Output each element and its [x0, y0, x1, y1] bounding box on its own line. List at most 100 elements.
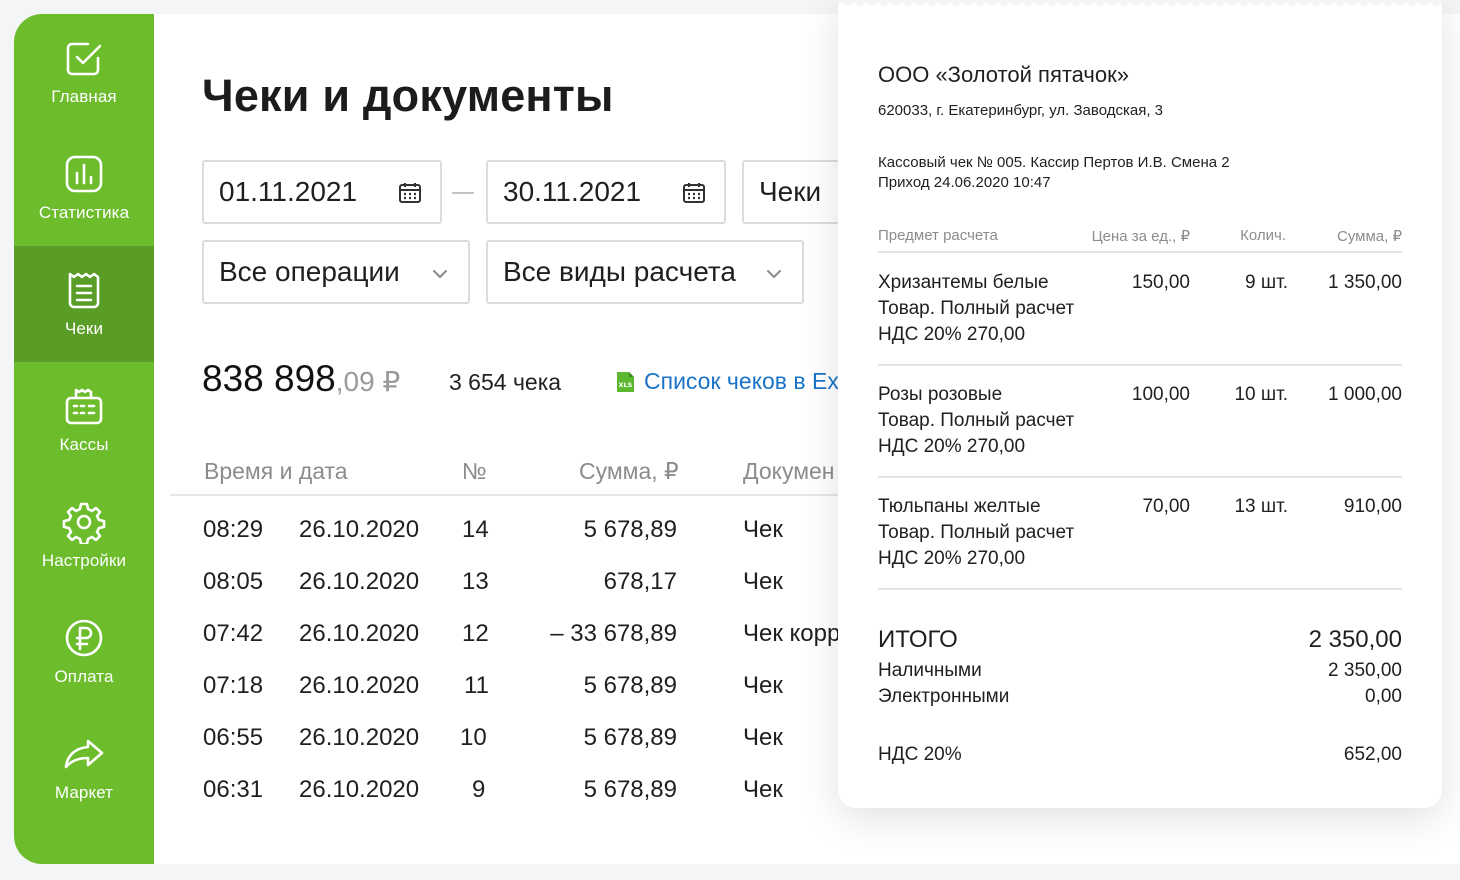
column-header-number[interactable]: № — [462, 458, 487, 485]
cell-document: Чек корр — [743, 620, 841, 647]
receipt-item-price: 70,00 — [1142, 496, 1190, 517]
receipt-divider — [878, 251, 1402, 253]
sidebar-item-market[interactable]: Маркет — [14, 710, 154, 826]
total-amount: 838 898,09 ₽ — [202, 358, 400, 400]
cell-document: Чек — [743, 776, 783, 803]
chevron-down-icon — [767, 270, 781, 278]
cell-sum: 5 678,89 — [583, 516, 677, 543]
cell-sum: 5 678,89 — [583, 776, 677, 803]
cell-sum: 5 678,89 — [583, 724, 677, 751]
receipt-item-type: Товар. Полный расчет — [878, 410, 1075, 431]
receipt-check-info: Кассовый чек № 005. Кассир Пертов И.В. С… — [878, 154, 1230, 171]
receipt-divider — [878, 588, 1402, 590]
sidebar-item-label: Чеки — [64, 319, 104, 338]
receipt-cash-label: Наличными — [878, 660, 982, 681]
sidebar-item-label: Маркет — [54, 783, 114, 802]
cell-document: Чек — [743, 568, 783, 595]
receipt-item-qty: 9 шт. — [1245, 272, 1288, 293]
payment-types-value: Все виды расчета — [503, 256, 736, 287]
table-header-divider — [170, 494, 870, 496]
table-row[interactable]: 06:55 26.10.2020 10 5 678,89 Чек — [154, 724, 854, 776]
operations-select[interactable]: Все операции — [202, 240, 470, 304]
cell-time: 07:42 — [203, 620, 264, 647]
receipt-item-sum: 1 000,00 — [1328, 384, 1402, 405]
table-row[interactable]: 06:31 26.10.2020 9 5 678,89 Чек — [154, 776, 854, 828]
column-header-document[interactable]: Докумен — [743, 458, 835, 485]
table-row[interactable]: 08:29 26.10.2020 14 5 678,89 Чек — [154, 516, 854, 568]
receipt-item-name: Хризантемы белые — [878, 272, 1049, 293]
table-row[interactable]: 07:42 26.10.2020 12 – 33 678,89 Чек корр — [154, 620, 854, 672]
total-amount-main: 838 898 — [202, 358, 336, 399]
sidebar-item-home[interactable]: Главная — [14, 14, 154, 130]
receipt-divider — [878, 364, 1402, 366]
calendar-icon[interactable] — [682, 181, 706, 205]
cell-number: 13 — [462, 568, 489, 595]
receipt-item-price: 150,00 — [1131, 272, 1190, 293]
cell-number: 14 — [462, 516, 489, 543]
receipt-electronic-value: 0,00 — [1365, 686, 1402, 707]
sidebar-item-cash-registers[interactable]: Кассы — [14, 362, 154, 478]
sidebar-item-payment[interactable]: Оплата — [14, 594, 154, 710]
date-to-value: 30.11.2021 — [503, 176, 642, 207]
sidebar-item-receipts[interactable]: Чеки — [14, 246, 154, 362]
receipt-torn-edge — [838, 0, 1442, 7]
receipt-item-name: Розы розовые — [878, 384, 1003, 405]
cell-document: Чек — [743, 724, 783, 751]
receipt-item-type: Товар. Полный расчет — [878, 298, 1075, 319]
cash-register-icon — [65, 388, 103, 425]
column-header-time-date[interactable]: Время и дата — [204, 458, 348, 485]
receipt-cash-value: 2 350,00 — [1328, 660, 1402, 681]
table-row[interactable]: 07:18 26.10.2020 11 5 678,89 Чек — [154, 672, 854, 724]
svg-text:XLS: XLS — [619, 381, 633, 389]
sidebar-item-settings[interactable]: Настройки — [14, 478, 154, 594]
receipt-item-price: 100,00 — [1131, 384, 1190, 405]
chevron-down-icon — [433, 270, 447, 278]
gear-icon — [62, 502, 106, 544]
sidebar-item-statistics[interactable]: Статистика — [14, 130, 154, 246]
cell-time: 08:29 — [203, 516, 264, 543]
date-from-value: 01.11.2021 — [219, 176, 358, 207]
receipt-electronic-label: Электронными — [878, 686, 1010, 707]
receipt-panel: ООО «Золотой пятачок» 620033, г. Екатери… — [838, 0, 1442, 808]
date-from-field[interactable]: 01.11.2021 — [202, 160, 442, 224]
receipt-item-sum: 1 350,00 — [1328, 272, 1402, 293]
date-to-field[interactable]: 30.11.2021 — [486, 160, 726, 224]
calendar-icon[interactable] — [398, 181, 422, 205]
cell-number: 12 — [462, 620, 489, 647]
cell-date: 26.10.2020 — [299, 620, 420, 647]
cell-sum: 5 678,89 — [583, 672, 677, 699]
cell-time: 06:31 — [203, 776, 264, 803]
export-excel-link[interactable]: XLS Список чеков в Ex — [614, 368, 839, 395]
sidebar-item-label: Главная — [51, 87, 117, 106]
receipt-item-vat: НДС 20% 270,00 — [878, 436, 1026, 457]
receipt-item-name: Тюльпаны желтые — [878, 496, 1041, 517]
column-header-sum[interactable]: Сумма, ₽ — [579, 458, 679, 485]
page-title: Чеки и документы — [202, 70, 614, 121]
sidebar-item-label: Настройки — [41, 551, 127, 570]
receipt-header-item: Предмет расчета — [878, 227, 998, 244]
payment-types-select[interactable]: Все виды расчета — [486, 240, 804, 304]
sidebar-item-label: Статистика — [38, 203, 130, 222]
bar-chart-icon — [65, 155, 103, 193]
receipt-company: ООО «Золотой пятачок» — [878, 62, 1129, 87]
table-row[interactable]: 08:05 26.10.2020 13 678,17 Чек — [154, 568, 854, 620]
check-square-icon — [66, 42, 102, 76]
cell-time: 08:05 — [203, 568, 264, 595]
cell-number: 11 — [464, 672, 489, 699]
cell-time: 07:18 — [203, 672, 264, 699]
cell-date: 26.10.2020 — [299, 776, 420, 803]
receipt-header-price: Цена за ед., ₽ — [1091, 228, 1190, 245]
cell-sum: 678,17 — [603, 568, 677, 595]
receipt-vat-label: НДС 20% — [878, 744, 962, 765]
total-amount-cents: ,09 ₽ — [335, 366, 401, 397]
cell-document: Чек — [743, 516, 783, 543]
sidebar: Главная Статистика Чеки Кассы Настройки … — [14, 14, 154, 864]
receipt-item-vat: НДС 20% 270,00 — [878, 324, 1026, 345]
doc-type-value: Чеки — [759, 176, 822, 207]
date-range-dash — [452, 192, 474, 194]
receipt-total-value: 2 350,00 — [1308, 626, 1402, 653]
receipt-address: 620033, г. Екатеринбург, ул. Заводская, … — [878, 102, 1163, 119]
receipt-divider — [878, 476, 1402, 478]
receipt-item-sum: 910,00 — [1343, 496, 1402, 517]
receipt-header-qty: Колич. — [1240, 227, 1286, 244]
